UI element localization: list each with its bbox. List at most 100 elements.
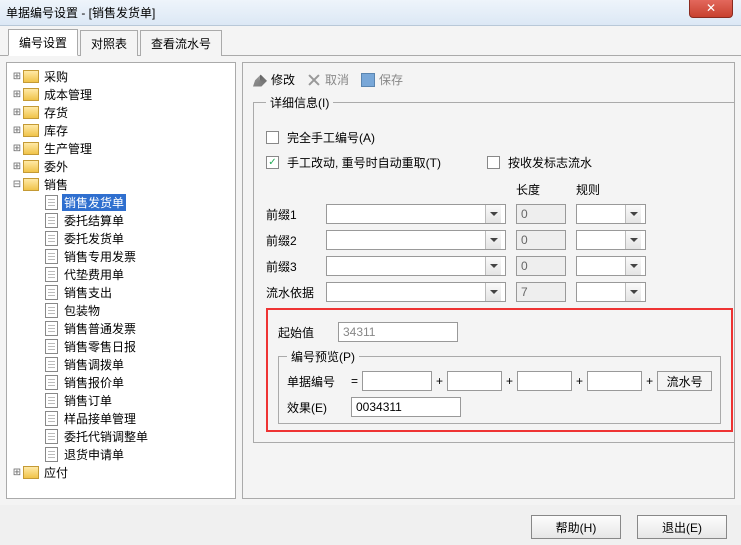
document-icon: [45, 375, 58, 390]
tree-item[interactable]: ⊞采购: [7, 67, 235, 85]
edit-button[interactable]: 修改: [253, 71, 295, 88]
row-rule-combo[interactable]: [576, 256, 646, 276]
tree-item-label: 委托发货单: [62, 230, 126, 247]
tree-item[interactable]: ⊞成本管理: [7, 85, 235, 103]
folder-icon: [23, 466, 39, 479]
tree-item-label: 委托代销调整单: [62, 428, 150, 445]
row-combo[interactable]: [326, 230, 506, 250]
docno-label: 单据编号: [287, 373, 347, 390]
folder-icon: [23, 106, 39, 119]
tree-item[interactable]: 委托代销调整单: [7, 427, 235, 445]
tree-item[interactable]: 销售普通发票: [7, 319, 235, 337]
row-length[interactable]: [516, 204, 566, 224]
tree-item[interactable]: ⊞生产管理: [7, 139, 235, 157]
tree-item-selected[interactable]: 销售发货单: [7, 193, 235, 211]
tab-number-settings[interactable]: 编号设置: [8, 29, 78, 56]
tree-item[interactable]: 包装物: [7, 301, 235, 319]
document-icon: [45, 195, 58, 210]
document-icon: [45, 249, 58, 264]
tree-item-label: 销售调拨单: [62, 356, 126, 373]
chk-manual-label: 完全手工编号(A): [287, 129, 375, 146]
tree-item-label: 销售订单: [62, 392, 114, 409]
tree-item[interactable]: 销售报价单: [7, 373, 235, 391]
category-tree[interactable]: ⊞采购⊞成本管理⊞存货⊞库存⊞生产管理⊞委外⊟销售销售发货单委托结算单委托发货单…: [6, 62, 236, 499]
row-label: 前缀3: [266, 258, 326, 275]
tree-item-label: 销售零售日报: [62, 338, 138, 355]
window-title: 单据编号设置 - [销售发货单]: [6, 4, 155, 21]
document-icon: [45, 411, 58, 426]
chk-auto-label: 手工改动, 重号时自动重取(T): [287, 154, 441, 171]
tree-item[interactable]: ⊞存货: [7, 103, 235, 121]
row-length[interactable]: [516, 282, 566, 302]
chk-auto[interactable]: ✓: [266, 156, 279, 169]
edit-icon: [253, 73, 267, 87]
tree-item-label: 应付: [42, 464, 70, 481]
folder-icon: [23, 142, 39, 155]
seg-serial: 流水号: [657, 371, 712, 391]
seg-prefix1: [362, 371, 432, 391]
detail-fieldset: 详细信息(I) 完全手工编号(A) ✓ 手工改动, 重号时自动重取(T) 按收发…: [253, 94, 735, 443]
tree-item-label: 销售报价单: [62, 374, 126, 391]
row-length[interactable]: [516, 256, 566, 276]
row-label: 前缀1: [266, 206, 326, 223]
document-icon: [45, 267, 58, 282]
chk-sr-label: 按收发标志流水: [508, 154, 592, 171]
cancel-button[interactable]: 取消: [307, 71, 349, 88]
row-combo[interactable]: [326, 204, 506, 224]
tree-item[interactable]: ⊟销售: [7, 175, 235, 193]
document-icon: [45, 339, 58, 354]
row-rule-combo[interactable]: [576, 282, 646, 302]
tree-item-label: 样品接单管理: [62, 410, 138, 427]
tree-item[interactable]: ⊞委外: [7, 157, 235, 175]
exit-button[interactable]: 退出(E): [637, 515, 727, 539]
tree-item[interactable]: 销售零售日报: [7, 337, 235, 355]
tree-item[interactable]: 代垫费用单: [7, 265, 235, 283]
start-label: 起始值: [278, 324, 338, 341]
tree-item[interactable]: 销售支出: [7, 283, 235, 301]
row-rule-combo[interactable]: [576, 204, 646, 224]
tree-item-label: 采购: [42, 68, 70, 85]
close-icon[interactable]: ✕: [689, 0, 733, 18]
tree-item[interactable]: 委托发货单: [7, 229, 235, 247]
row-length[interactable]: [516, 230, 566, 250]
effect-label: 效果(E): [287, 399, 347, 416]
tree-item-label: 委外: [42, 158, 70, 175]
seg-prefix3: [517, 371, 572, 391]
tree-item[interactable]: 委托结算单: [7, 211, 235, 229]
cancel-icon: [307, 73, 321, 87]
chevron-down-icon: [625, 205, 641, 223]
tree-item[interactable]: ⊞应付: [7, 463, 235, 481]
tree-item[interactable]: 销售专用发票: [7, 247, 235, 265]
help-button[interactable]: 帮助(H): [531, 515, 621, 539]
start-value-field[interactable]: [338, 322, 458, 342]
tree-item-label: 退货申请单: [62, 446, 126, 463]
tree-item[interactable]: ⊞库存: [7, 121, 235, 139]
tree-item-label: 委托结算单: [62, 212, 126, 229]
tree-item[interactable]: 退货申请单: [7, 445, 235, 463]
chevron-down-icon: [625, 283, 641, 301]
document-icon: [45, 285, 58, 300]
tree-item-label: 成本管理: [42, 86, 94, 103]
effect-value-field[interactable]: [351, 397, 461, 417]
chk-sr[interactable]: [487, 156, 500, 169]
folder-icon: [23, 160, 39, 173]
row-combo[interactable]: [326, 282, 506, 302]
highlight-box: 起始值 编号预览(P) 单据编号 = + + + + 流水号: [266, 308, 733, 432]
tab-view-serial[interactable]: 查看流水号: [140, 30, 222, 56]
row-rule-combo[interactable]: [576, 230, 646, 250]
col-rule: 规则: [576, 181, 636, 198]
toolbar: 修改 取消 保存: [253, 71, 724, 88]
tree-item[interactable]: 样品接单管理: [7, 409, 235, 427]
detail-legend: 详细信息(I): [266, 94, 333, 111]
tree-item[interactable]: 销售调拨单: [7, 355, 235, 373]
tree-item[interactable]: 销售订单: [7, 391, 235, 409]
seg-prefix2: [447, 371, 502, 391]
save-button[interactable]: 保存: [361, 71, 403, 88]
tree-item-label: 销售: [42, 176, 70, 193]
chevron-down-icon: [485, 231, 501, 249]
chk-manual[interactable]: [266, 131, 279, 144]
tab-mapping[interactable]: 对照表: [80, 30, 138, 56]
folder-icon: [23, 70, 39, 83]
detail-panel: 修改 取消 保存 详细信息(I) 完全手工编号(A) ✓ 手工改动, 重号时自动…: [242, 62, 735, 499]
row-combo[interactable]: [326, 256, 506, 276]
